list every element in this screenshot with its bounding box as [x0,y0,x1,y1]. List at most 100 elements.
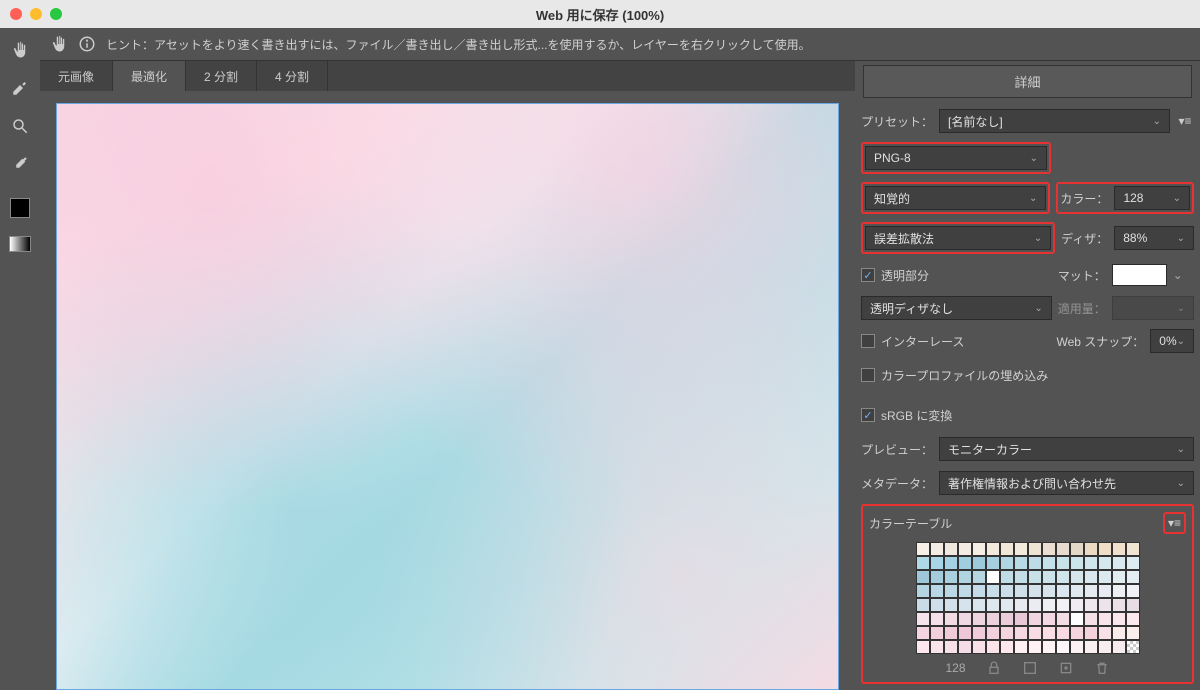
color-swatch[interactable] [1084,640,1098,654]
color-swatch[interactable] [958,542,972,556]
color-swatch[interactable] [1014,542,1028,556]
color-swatch[interactable] [1056,598,1070,612]
tab-4up[interactable]: 4 分割 [257,61,328,91]
color-swatch[interactable] [1098,584,1112,598]
color-table-menu-icon[interactable]: ▾≡ [1163,512,1186,534]
color-swatch[interactable] [916,556,930,570]
embed-profile-checkbox[interactable] [861,368,875,382]
matte-swatch[interactable] [1112,264,1167,286]
preset-dropdown[interactable]: [名前なし]⌄ [939,109,1170,133]
color-swatch[interactable] [1042,598,1056,612]
color-swatch[interactable] [1084,584,1098,598]
color-swatch[interactable] [1084,570,1098,584]
preset-menu-icon[interactable]: ▾≡ [1176,114,1194,128]
color-swatch[interactable] [930,584,944,598]
color-swatch[interactable] [1098,542,1112,556]
interlace-checkbox[interactable] [861,334,875,348]
color-swatch[interactable] [1098,640,1112,654]
color-swatch[interactable] [1126,556,1140,570]
transparency-checkbox[interactable] [861,268,875,282]
color-swatch[interactable] [972,640,986,654]
color-swatch[interactable] [1028,570,1042,584]
color-swatch[interactable] [1056,542,1070,556]
color-swatch[interactable] [944,612,958,626]
color-swatch[interactable] [1028,598,1042,612]
color-swatch[interactable] [944,640,958,654]
color-swatch[interactable] [930,640,944,654]
color-reduction-dropdown[interactable]: 知覚的⌄ [865,186,1046,210]
color-swatch[interactable] [972,542,986,556]
color-swatch[interactable] [1126,584,1140,598]
color-swatch[interactable] [1070,570,1084,584]
transparency-dither-dropdown[interactable]: 透明ディザなし⌄ [861,296,1052,320]
color-swatch[interactable] [1112,584,1126,598]
color-swatch[interactable] [1084,598,1098,612]
color-swatch[interactable] [1126,598,1140,612]
lock-icon[interactable] [986,660,1002,676]
close-window-button[interactable] [10,8,22,20]
color-swatch[interactable] [1056,640,1070,654]
color-swatch[interactable] [916,640,930,654]
hand-tool-icon[interactable] [8,38,32,62]
color-swatch[interactable] [1084,626,1098,640]
color-swatch[interactable] [1014,598,1028,612]
color-swatch[interactable] [944,556,958,570]
color-swatch[interactable] [958,612,972,626]
new-icon[interactable] [1058,660,1074,676]
dither-method-dropdown[interactable]: 誤差拡散法⌄ [865,226,1051,250]
tab-2up[interactable]: 2 分割 [186,61,257,91]
color-swatch[interactable] [944,626,958,640]
metadata-dropdown[interactable]: 著作権情報および問い合わせ先⌄ [939,471,1194,495]
color-swatch[interactable] [958,584,972,598]
color-swatch[interactable] [1028,612,1042,626]
color-swatch[interactable] [958,570,972,584]
slice-tool-icon[interactable] [8,76,32,100]
color-swatch[interactable] [986,626,1000,640]
color-swatch[interactable] [1070,626,1084,640]
colors-dropdown[interactable]: 128⌄ [1114,186,1190,210]
minimize-window-button[interactable] [30,8,42,20]
color-swatch[interactable] [1042,570,1056,584]
websnap-dropdown[interactable]: 0%⌄ [1150,329,1194,353]
color-swatch[interactable] [1126,640,1140,654]
color-swatch[interactable] [1000,598,1014,612]
color-swatch[interactable] [930,542,944,556]
color-swatch[interactable] [972,626,986,640]
color-swatch[interactable] [1000,570,1014,584]
color-swatch[interactable] [1084,542,1098,556]
color-swatch[interactable] [1126,612,1140,626]
toggle-swatch-icon[interactable] [9,236,31,252]
eyedropper-tool-icon[interactable] [8,152,32,176]
color-swatch[interactable] [916,626,930,640]
color-swatch[interactable] [1098,626,1112,640]
color-swatch[interactable] [1070,612,1084,626]
color-swatch[interactable] [1070,584,1084,598]
color-swatch[interactable] [1028,556,1042,570]
color-swatch[interactable] [944,584,958,598]
color-swatch[interactable] [1014,556,1028,570]
color-swatch[interactable] [1112,556,1126,570]
color-swatch[interactable] [944,542,958,556]
color-swatch[interactable] [1028,542,1042,556]
color-swatch[interactable] [1000,556,1014,570]
color-swatch[interactable] [958,640,972,654]
maximize-window-button[interactable] [50,8,62,20]
color-swatch[interactable] [1042,612,1056,626]
color-swatch[interactable] [958,598,972,612]
color-swatch[interactable] [1056,570,1070,584]
color-table-grid[interactable] [916,542,1140,654]
color-swatch[interactable] [1126,542,1140,556]
color-swatch[interactable] [986,584,1000,598]
color-swatch[interactable] [986,570,1000,584]
color-swatch[interactable] [930,626,944,640]
color-swatch[interactable] [930,598,944,612]
color-swatch[interactable] [1014,584,1028,598]
color-swatch[interactable] [1042,584,1056,598]
color-swatch[interactable] [930,556,944,570]
zoom-tool-icon[interactable] [8,114,32,138]
color-swatch[interactable] [1112,640,1126,654]
color-swatch[interactable] [1014,640,1028,654]
color-swatch[interactable] [916,598,930,612]
color-swatch[interactable] [916,612,930,626]
color-swatch[interactable] [1056,584,1070,598]
